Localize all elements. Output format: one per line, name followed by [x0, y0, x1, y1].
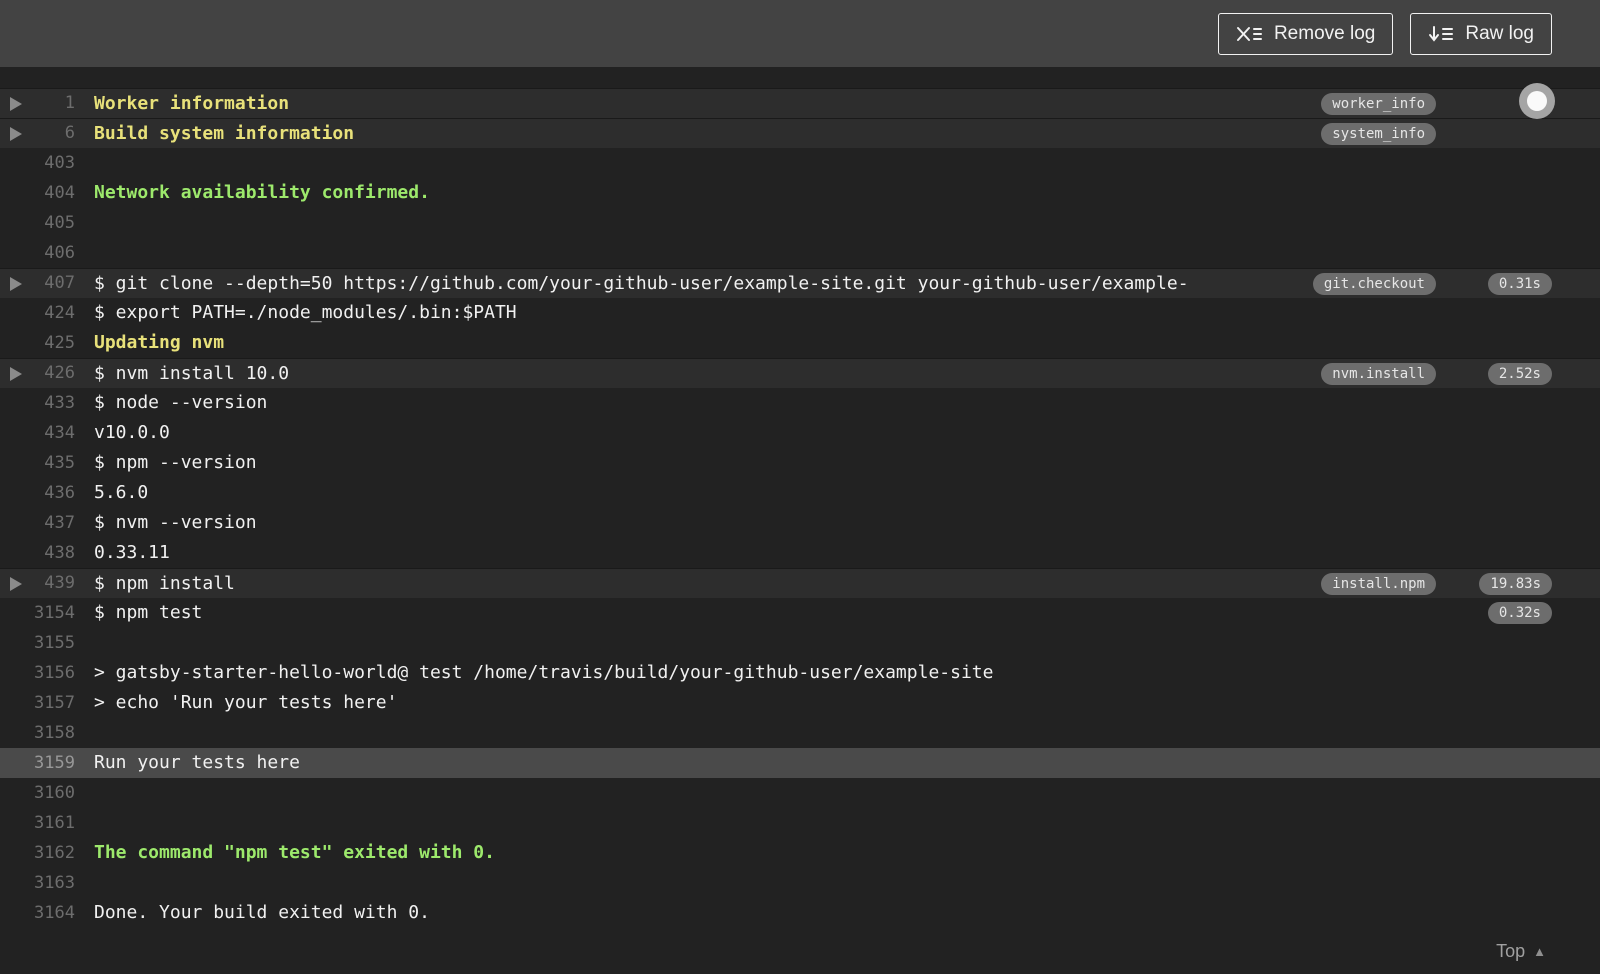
line-number-link[interactable]: 3158 — [0, 718, 75, 748]
log-row: 3160 — [0, 778, 1600, 808]
remove-log-icon — [1236, 24, 1263, 44]
scroll-to-top-link[interactable]: Top ▲ — [1496, 941, 1546, 962]
line-number-link[interactable]: 3155 — [0, 628, 75, 658]
raw-log-icon — [1428, 24, 1454, 44]
scroll-position-dot-icon — [1527, 91, 1547, 111]
raw-log-button[interactable]: Raw log — [1410, 12, 1552, 55]
line-number-link[interactable]: 404 — [0, 178, 75, 208]
log-row: 424 $ export PATH=./node_modules/.bin:$P… — [0, 298, 1600, 328]
log-line-text: Done. Your build exited with 0. — [94, 902, 430, 923]
log-row: 434 v10.0.0 — [0, 418, 1600, 448]
log-line-text: Worker information — [94, 93, 290, 114]
log-row: 3156 > gatsby-starter-hello-world@ test … — [0, 658, 1600, 688]
raw-log-label: Raw log — [1465, 22, 1534, 44]
log-row: 3159 Run your tests here — [0, 748, 1600, 778]
line-number-link[interactable]: 406 — [0, 238, 75, 268]
scroll-to-top-label: Top — [1496, 941, 1526, 961]
line-number-link[interactable]: 3157 — [0, 688, 75, 718]
log-row: 3157 > echo 'Run your tests here' — [0, 688, 1600, 718]
line-number-link[interactable]: 433 — [0, 388, 75, 418]
log-row: 1 Worker information worker_info — [0, 88, 1600, 118]
fold-stage-badge: git.checkout — [1312, 273, 1436, 295]
duration-badge: 19.83s — [1479, 573, 1552, 595]
duration-badge: 2.52s — [1487, 363, 1552, 385]
log-line-text: 5.6.0 — [94, 482, 149, 503]
duration-badge: 0.32s — [1487, 602, 1552, 624]
log-line-text: The command "npm test" exited with 0. — [94, 842, 495, 863]
log-line-text: $ node --version — [94, 392, 268, 413]
log-row: 3164 Done. Your build exited with 0. — [0, 898, 1600, 928]
fold-stage-badge: system_info — [1321, 123, 1436, 145]
line-number-link[interactable]: 407 — [0, 269, 75, 298]
scroll-position-indicator[interactable] — [1519, 83, 1555, 119]
line-number-link[interactable]: 435 — [0, 448, 75, 478]
log-line-text: Build system information — [94, 123, 355, 144]
log-line-text: > gatsby-starter-hello-world@ test /home… — [94, 662, 994, 683]
line-number-link[interactable]: 437 — [0, 508, 75, 538]
log-line-text: Network availability confirmed. — [94, 182, 430, 203]
log-toolbar: Remove log Raw log — [0, 0, 1600, 67]
line-number-link[interactable]: 424 — [0, 298, 75, 328]
log-line-text: > echo 'Run your tests here' — [94, 692, 398, 713]
log-row: 404 Network availability confirmed. — [0, 178, 1600, 208]
remove-log-label: Remove log — [1273, 22, 1376, 44]
build-log: 1 Worker information worker_info 6 Build… — [0, 67, 1600, 974]
fold-stage-badge: install.npm — [1321, 573, 1436, 595]
line-number-link[interactable]: 3162 — [0, 838, 75, 868]
line-number-link[interactable]: 1 — [0, 89, 75, 118]
up-triangle-icon: ▲ — [1533, 944, 1546, 959]
log-line-text: $ git clone --depth=50 https://github.co… — [94, 273, 1189, 294]
log-row: 426 $ nvm install 10.0 nvm.install 2.52s — [0, 358, 1600, 388]
line-number-link[interactable]: 438 — [0, 538, 75, 568]
line-number-link[interactable]: 3154 — [0, 598, 75, 628]
fold-stage-badge: worker_info — [1321, 93, 1436, 115]
log-line-text: $ npm install — [94, 573, 235, 594]
log-row: 3162 The command "npm test" exited with … — [0, 838, 1600, 868]
log-row: 439 $ npm install install.npm 19.83s — [0, 568, 1600, 598]
line-number-link[interactable]: 434 — [0, 418, 75, 448]
log-line-text: $ nvm --version — [94, 512, 257, 533]
line-number-link[interactable]: 3159 — [0, 748, 75, 778]
log-row: 437 $ nvm --version — [0, 508, 1600, 538]
line-number-link[interactable]: 3164 — [0, 898, 75, 928]
log-row: 3154 $ npm test 0.32s — [0, 598, 1600, 628]
line-number-link[interactable]: 439 — [0, 569, 75, 598]
log-line-text: 0.33.11 — [94, 542, 170, 563]
log-line-text: $ nvm install 10.0 — [94, 363, 290, 384]
log-row: 435 $ npm --version — [0, 448, 1600, 478]
log-row: 405 — [0, 208, 1600, 238]
line-number-link[interactable]: 3161 — [0, 808, 75, 838]
remove-log-button[interactable]: Remove log — [1217, 12, 1394, 55]
log-row: 403 — [0, 148, 1600, 178]
log-row: 425 Updating nvm — [0, 328, 1600, 358]
log-line-text: $ export PATH=./node_modules/.bin:$PATH — [94, 302, 517, 323]
log-row: 436 5.6.0 — [0, 478, 1600, 508]
log-row: 3161 — [0, 808, 1600, 838]
log-line-text: $ npm test — [94, 602, 203, 623]
line-number-link[interactable]: 426 — [0, 359, 75, 388]
log-row: 407 $ git clone --depth=50 https://githu… — [0, 268, 1600, 298]
line-number-link[interactable]: 3160 — [0, 778, 75, 808]
log-line-text: $ npm --version — [94, 452, 257, 473]
duration-badge: 0.31s — [1487, 273, 1552, 295]
fold-stage-badge: nvm.install — [1321, 363, 1436, 385]
log-line-text: Run your tests here — [94, 752, 300, 773]
log-row: 6 Build system information system_info — [0, 118, 1600, 148]
line-number-link[interactable]: 425 — [0, 328, 75, 358]
log-line-text: Updating nvm — [94, 332, 225, 353]
log-row: 3158 — [0, 718, 1600, 748]
line-number-link[interactable]: 3163 — [0, 868, 75, 898]
log-row: 438 0.33.11 — [0, 538, 1600, 568]
log-row: 406 — [0, 238, 1600, 268]
line-number-link[interactable]: 3156 — [0, 658, 75, 688]
log-rows: 1 Worker information worker_info 6 Build… — [0, 88, 1600, 928]
line-number-link[interactable]: 436 — [0, 478, 75, 508]
line-number-link[interactable]: 405 — [0, 208, 75, 238]
line-number-link[interactable]: 6 — [0, 119, 75, 148]
log-row: 3155 — [0, 628, 1600, 658]
log-line-text: v10.0.0 — [94, 422, 170, 443]
log-row: 433 $ node --version — [0, 388, 1600, 418]
line-number-link[interactable]: 403 — [0, 148, 75, 178]
log-row: 3163 — [0, 868, 1600, 898]
